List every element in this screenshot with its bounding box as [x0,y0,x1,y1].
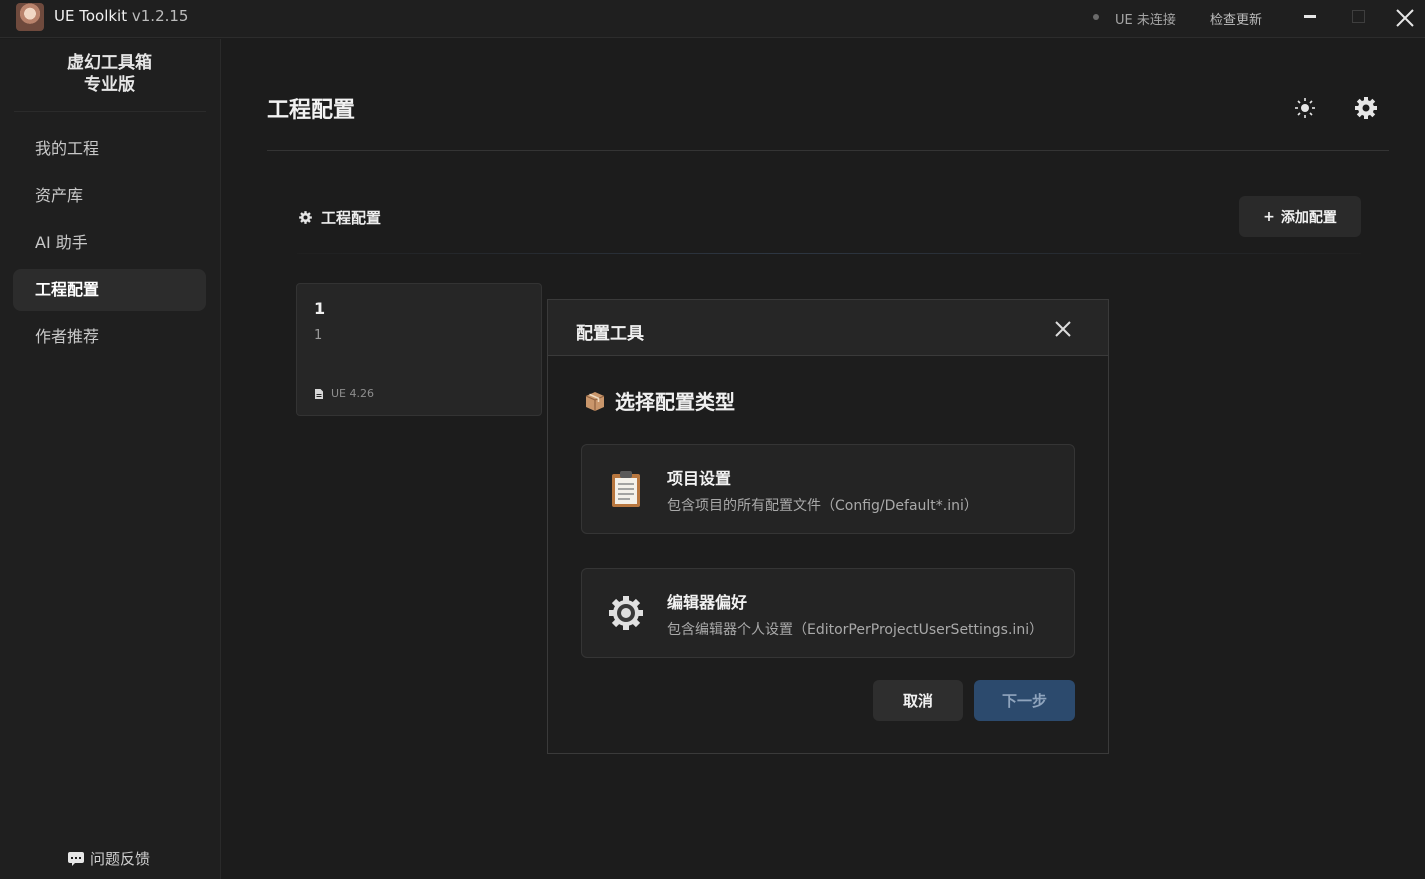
app-name: UE Toolkit [54,7,128,25]
app-version: v1.2.15 [131,7,189,25]
config-card-description: 1 [314,328,323,343]
config-card[interactable]: 1 1 UE 4.26 [296,283,542,416]
file-icon [315,388,323,399]
next-button[interactable]: 下一步 [974,680,1075,721]
dialog-header: 配置工具 [548,300,1108,356]
config-card-engine-version: UE 4.26 [315,387,374,400]
option-editor-preferences[interactable]: 编辑器偏好 包含编辑器个人设置（EditorPerProjectUserSett… [581,568,1075,658]
option-editor-preferences-title: 编辑器偏好 [667,593,748,612]
feedback-button[interactable]: 问题反馈 [68,848,150,869]
sidebar-item-project-config[interactable]: 工程配置 [13,269,206,311]
connection-status: UE 未连接 [1115,13,1176,28]
brand-divider [14,111,206,112]
sidebar-item-asset-library[interactable]: 资产库 [13,175,206,217]
window-close-icon[interactable] [1393,6,1417,30]
chat-icon [68,851,84,866]
brand-line-1: 虚幻工具箱 [67,53,152,73]
dialog-subtitle: 选择配置类型 [583,386,735,415]
gear-icon [299,211,312,224]
connection-status-dot [1093,14,1099,20]
sun-icon[interactable] [1292,95,1318,121]
option-project-settings-title: 项目设置 [667,469,732,488]
feedback-label: 问题反馈 [90,850,151,868]
config-tool-dialog: 配置工具 选择配置类型 项目设置 包含项目的所有配置文件（Config/Defa… [547,299,1109,754]
dialog-title: 配置工具 [576,324,644,344]
section-title: 工程配置 [298,207,381,228]
option-editor-preferences-description: 包含编辑器个人设置（EditorPerProjectUserSettings.i… [667,622,1044,638]
engine-version-label: UE 4.26 [331,387,374,400]
sidebar-item-author-picks[interactable]: 作者推荐 [13,316,206,358]
config-card-name: 1 [314,299,326,318]
sidebar: 虚幻工具箱 专业版 我的工程 资产库 AI 助手 工程配置 作者推荐 问题反馈 [0,39,221,879]
cancel-button[interactable]: 取消 [873,680,963,721]
app-logo [16,3,44,31]
add-config-button[interactable]: + 添加配置 [1239,196,1361,237]
gear-icon [609,596,643,630]
brand-title: 虚幻工具箱 专业版 [0,52,219,96]
minimize-icon[interactable] [1304,15,1316,18]
clipboard-icon [612,471,640,507]
add-config-label: 添加配置 [1280,209,1337,226]
maximize-icon[interactable] [1352,10,1365,23]
package-icon [585,391,605,411]
sidebar-item-ai-assistant[interactable]: AI 助手 [13,222,206,264]
section-title-label: 工程配置 [321,209,382,227]
check-update-button[interactable]: 检查更新 [1210,9,1262,28]
sidebar-item-my-projects[interactable]: 我的工程 [13,128,206,170]
page-title: 工程配置 [267,98,356,123]
option-project-settings[interactable]: 项目设置 包含项目的所有配置文件（Config/Default*.ini） [581,444,1075,534]
section-divider [297,253,1361,254]
close-icon[interactable] [1052,318,1074,340]
gear-icon[interactable] [1353,95,1379,121]
header-divider [267,150,1389,151]
dialog-subtitle-label: 选择配置类型 [615,390,735,414]
plus-icon: + [1263,208,1275,225]
brand-line-2: 专业版 [84,75,135,95]
title-bar: UE Toolkit v1.2.15 UE 未连接 检查更新 [0,0,1425,38]
option-project-settings-description: 包含项目的所有配置文件（Config/Default*.ini） [667,498,978,514]
app-title: UE Toolkit v1.2.15 [54,7,188,25]
